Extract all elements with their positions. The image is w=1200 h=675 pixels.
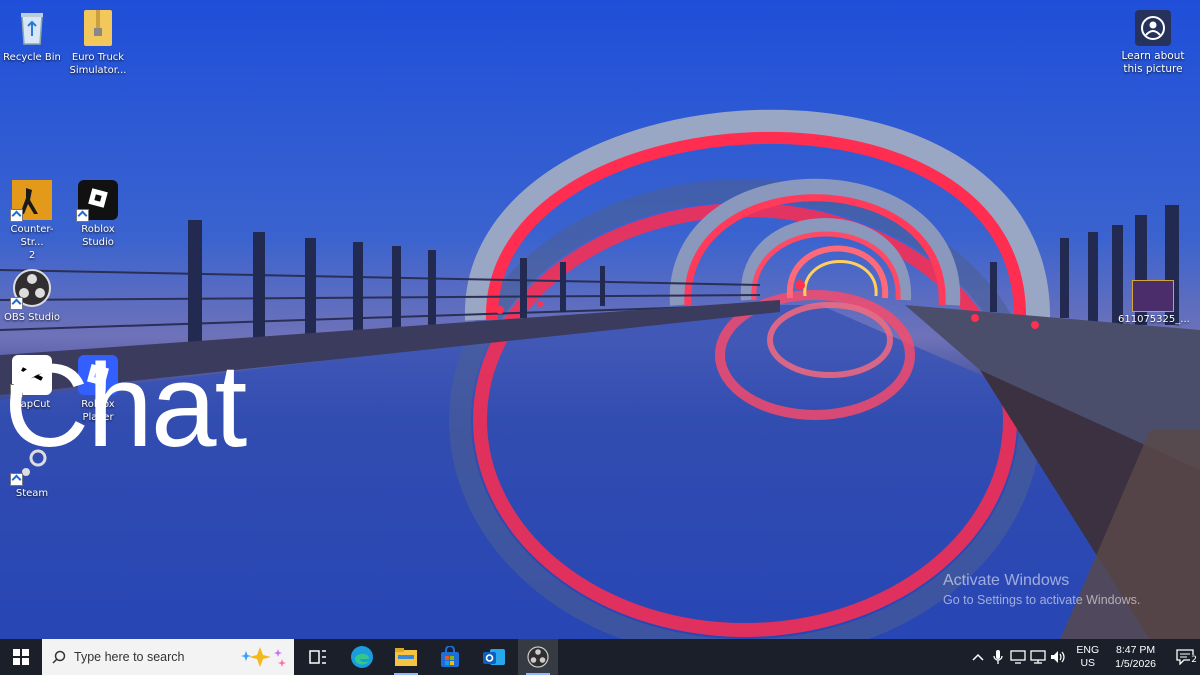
notification-count-badge: 2 (1190, 655, 1198, 665)
microphone-icon (993, 650, 1004, 664)
network-status[interactable] (1028, 639, 1048, 675)
desktop-icon-label: Roblox Studio (81, 224, 115, 248)
desktop-icon-image-file[interactable]: 611075325_... (1118, 280, 1190, 325)
task-view-button[interactable] (298, 639, 338, 675)
shortcut-arrow-icon (10, 209, 23, 222)
desktop-icon-label: Learn about this picture (1121, 50, 1185, 75)
language-code: ENG (1076, 644, 1100, 656)
desktop-icon-roblox-studio[interactable]: Roblox Studio (66, 180, 130, 249)
desktop-icon-label: OBS Studio (4, 312, 60, 323)
activate-windows-watermark: Activate Windows Go to Settings to activ… (943, 572, 1140, 607)
desktop-icon-euro-truck-simulator[interactable]: Euro Truck Simulator... (66, 8, 130, 77)
desktop-icon-recycle-bin[interactable]: Recycle Bin (0, 8, 64, 64)
clock-time: 8:47 PM (1116, 644, 1156, 656)
desktop-icon-learn-about-picture[interactable]: Learn about this picture (1120, 10, 1186, 76)
recycle-bin-icon (12, 8, 52, 48)
network-icon (1030, 650, 1047, 664)
taskbar-app-file-explorer[interactable] (386, 639, 426, 675)
zip-folder-icon (78, 8, 118, 48)
desktop-icon-label: Counter-Str... 2 (10, 224, 54, 261)
desktop-icon-counter-strike-2[interactable]: Counter-Str... 2 (0, 180, 64, 262)
outlook-icon (483, 649, 505, 665)
microphone-status[interactable] (988, 639, 1008, 675)
file-explorer-icon (395, 648, 417, 666)
watermark-title: Activate Windows (943, 572, 1070, 589)
search-placeholder: Type here to search (74, 650, 185, 664)
chat-overlay-text: Chat (4, 340, 247, 472)
speaker-icon (1051, 651, 1065, 663)
shortcut-arrow-icon (10, 473, 23, 486)
show-hidden-icons-button[interactable] (968, 639, 988, 675)
notification-center-button[interactable]: 2 (1170, 639, 1200, 675)
desktop-icon-label: 611075325_... (1118, 314, 1190, 325)
task-view-icon (309, 650, 326, 664)
volume-control[interactable] (1048, 639, 1068, 675)
clock-date: 1/5/2026 (1115, 658, 1156, 670)
region-code: US (1080, 657, 1096, 669)
edge-icon (351, 646, 373, 668)
taskbar: Type here to search ENG US 8:47 PM 1/5/2… (0, 639, 1200, 675)
windows-logo-icon (13, 649, 29, 665)
shortcut-arrow-icon (10, 297, 23, 310)
sparkle-icon (241, 647, 286, 667)
roblox-studio-icon (76, 180, 118, 222)
taskbar-clock[interactable]: 8:47 PM 1/5/2026 (1115, 643, 1156, 671)
obs-studio-icon (527, 646, 549, 668)
system-tray: ENG US 8:47 PM 1/5/2026 2 (968, 639, 1200, 675)
desktop-icon-label: Euro Truck Simulator... (69, 52, 127, 76)
obs-studio-icon (10, 268, 52, 310)
microsoft-store-icon (441, 646, 459, 667)
counter-strike-icon (10, 180, 52, 222)
desktop-icon-obs-studio[interactable]: OBS Studio (0, 268, 64, 324)
taskbar-app-microsoft-store[interactable] (430, 639, 470, 675)
desktop-icon-label: Recycle Bin (3, 52, 61, 63)
image-file-icon (1132, 280, 1174, 312)
taskbar-app-outlook[interactable] (474, 639, 514, 675)
tray-app-status[interactable] (1008, 639, 1028, 675)
input-language-indicator[interactable]: ENG US (1076, 644, 1099, 670)
taskbar-search-box[interactable]: Type here to search (42, 639, 294, 675)
desktop-icon-label: Steam (15, 488, 49, 499)
shortcut-arrow-icon (76, 209, 89, 222)
chevron-up-icon (972, 653, 984, 661)
taskbar-app-edge[interactable] (342, 639, 382, 675)
start-button[interactable] (0, 639, 42, 675)
search-icon (52, 650, 66, 664)
display-icon (1010, 650, 1027, 664)
taskbar-app-obs-studio[interactable] (518, 639, 558, 675)
watermark-subtitle: Go to Settings to activate Windows. (943, 593, 1141, 607)
camera-info-icon (1135, 10, 1171, 46)
